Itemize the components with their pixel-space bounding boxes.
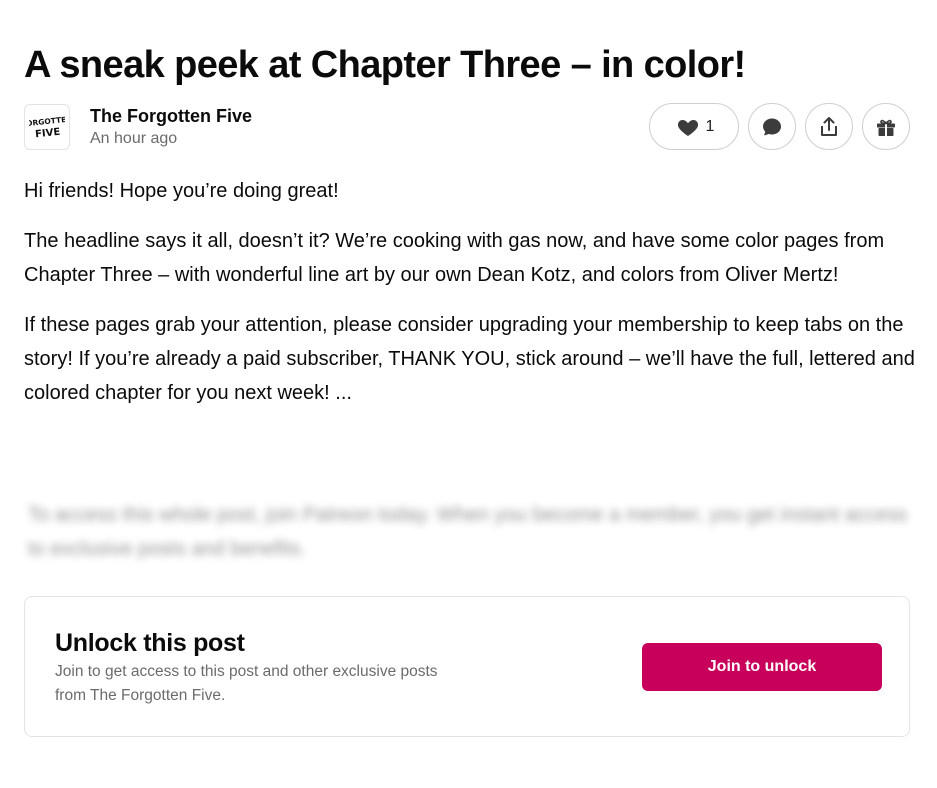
join-to-unlock-button[interactable]: Join to unlock (642, 643, 882, 691)
svg-text:FIVE: FIVE (35, 127, 61, 141)
heart-icon (677, 119, 698, 136)
gift-button[interactable] (862, 103, 910, 150)
share-icon (821, 116, 837, 136)
post-body: Hi friends! Hope you’re doing great! The… (24, 174, 919, 426)
unlock-card: Unlock this post Join to get access to t… (24, 596, 910, 737)
post-title: A sneak peek at Chapter Three – in color… (24, 44, 746, 86)
unlock-title: Unlock this post (55, 629, 245, 657)
like-count: 1 (705, 117, 715, 135)
comment-icon (763, 118, 781, 135)
post-actions: 1 (649, 103, 910, 150)
creator-header: FORGOTTEN FIVE The Forgotten Five An hou… (24, 103, 252, 151)
share-button[interactable] (805, 103, 853, 150)
creator-name[interactable]: The Forgotten Five (90, 105, 252, 127)
post-paragraph: Hi friends! Hope you’re doing great! (24, 180, 339, 202)
forgotten-five-logo: FORGOTTEN FIVE (29, 114, 65, 141)
post-paragraph: If these pages grab your attention, plea… (24, 314, 915, 404)
post-paragraph: The headline says it all, doesn’t it? We… (24, 230, 885, 286)
unlock-description: Join to get access to this post and othe… (55, 663, 438, 704)
locked-content-blur: To access this whole post, join Patreon … (28, 504, 907, 560)
creator-avatar[interactable]: FORGOTTEN FIVE (24, 104, 70, 150)
post-timestamp: An hour ago (90, 129, 178, 147)
gift-icon (877, 119, 895, 136)
comment-button[interactable] (748, 103, 796, 150)
like-button[interactable]: 1 (649, 103, 739, 150)
